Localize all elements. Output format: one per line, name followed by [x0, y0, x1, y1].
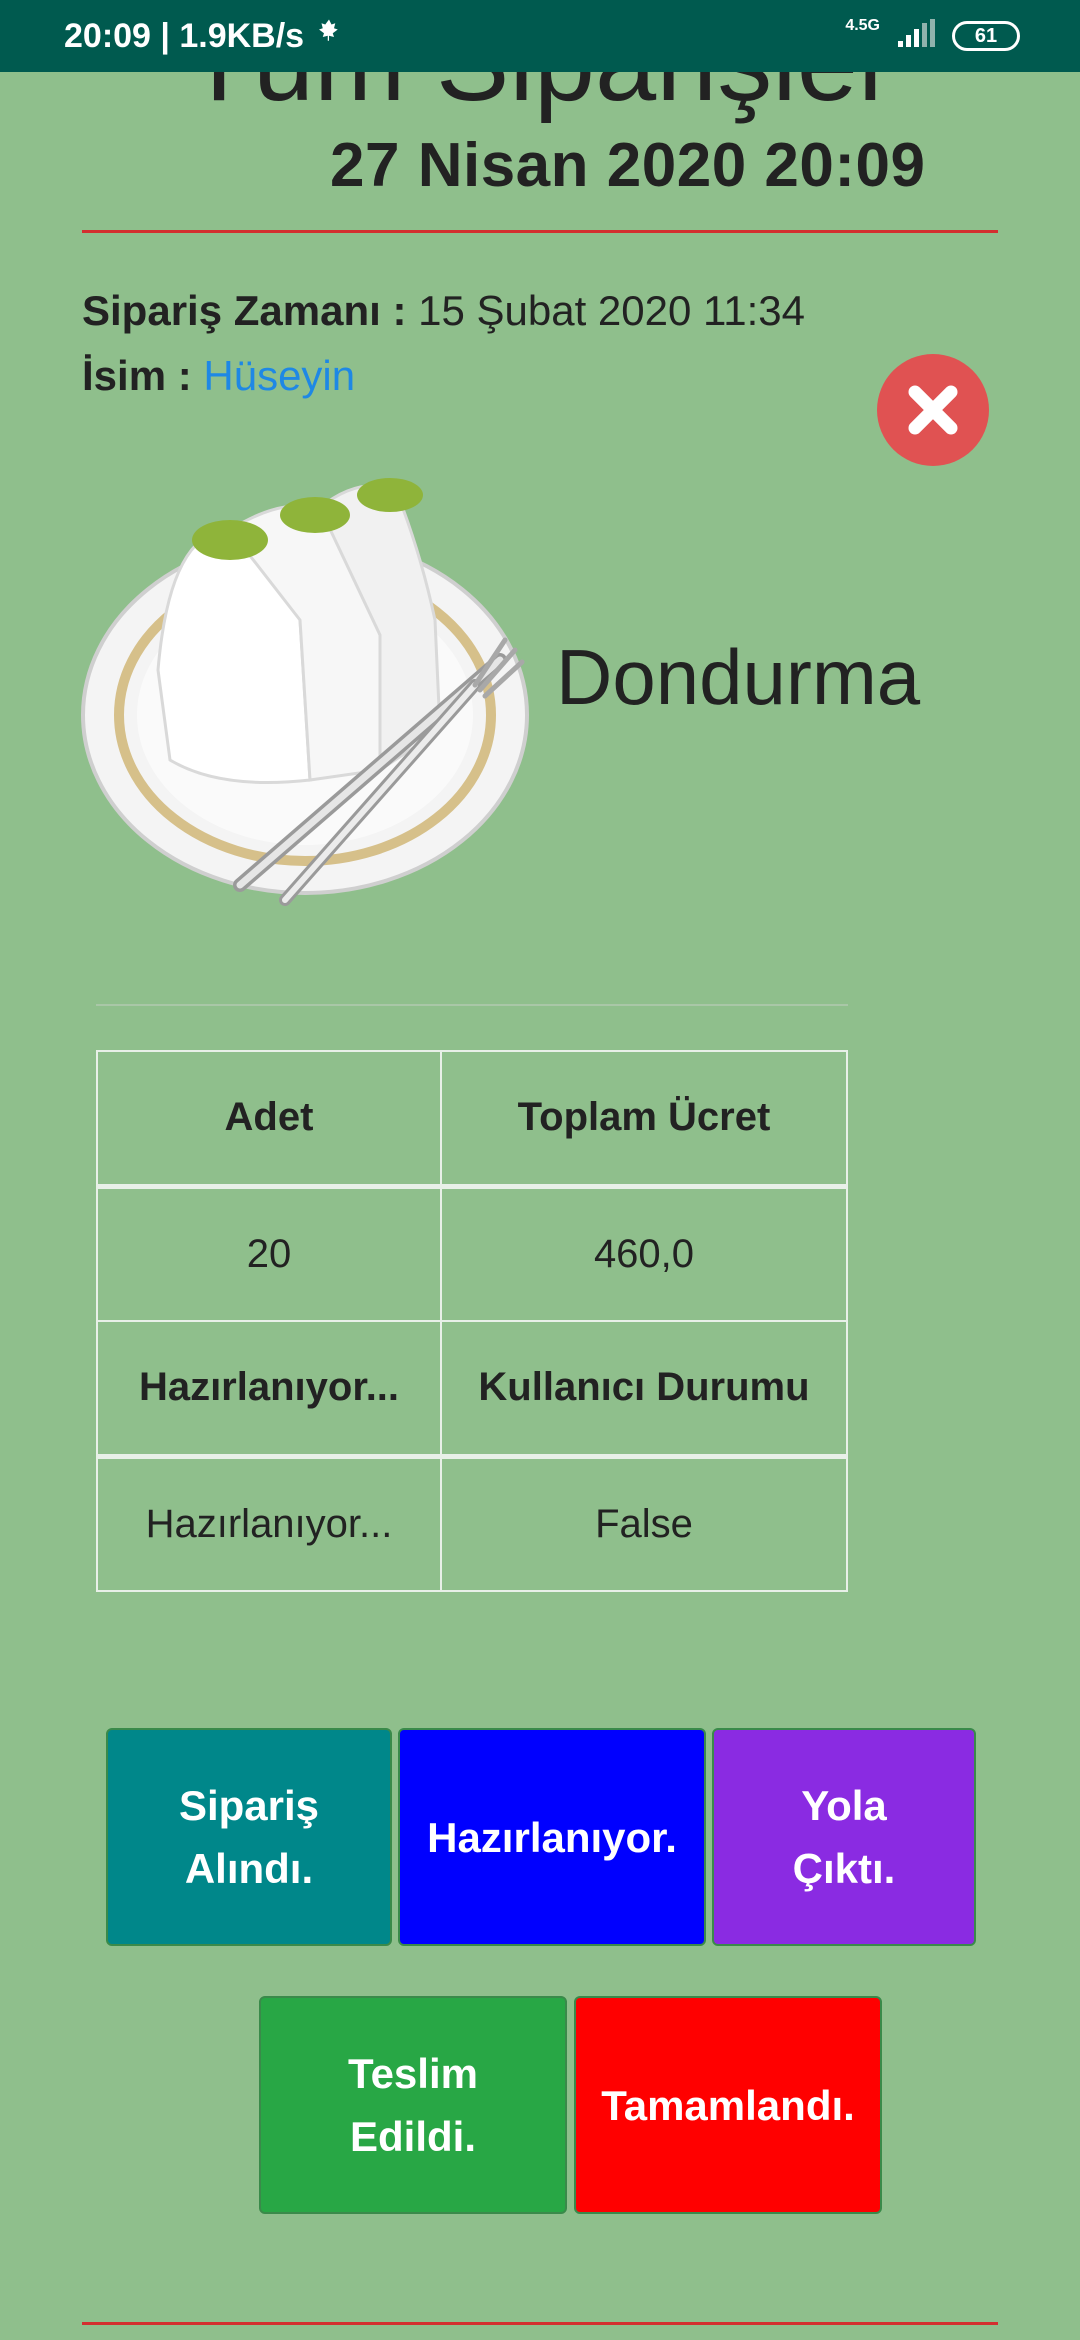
preparing-label: Hazırlanıyor. [427, 1813, 677, 1861]
order-status-value: Hazırlanıyor... [96, 1455, 442, 1592]
order-info-table: Adet Toplam Ücret 20 460,0 Hazırlanıyor.… [96, 1050, 848, 1592]
order-time-label: Sipariş Zamanı : [82, 287, 407, 334]
footer-divider [82, 2322, 998, 2325]
on-way-label: Yola Çıktı. [792, 1782, 896, 1892]
content-divider [96, 1004, 848, 1006]
product-image [80, 470, 530, 920]
header-user-status: Kullanıcı Durumu [440, 1320, 848, 1459]
preparing-button[interactable]: Hazırlanıyor. [398, 1728, 706, 1946]
quantity-value: 20 [96, 1185, 442, 1322]
table-row: 20 460,0 [96, 1185, 848, 1322]
status-right: 4.5G 61 [845, 17, 1020, 54]
total-price-value: 460,0 [440, 1185, 848, 1322]
order-received-label: Sipariş Alındı. [178, 1782, 320, 1892]
battery-level: 61 [974, 24, 998, 47]
on-way-button[interactable]: Yola Çıktı. [712, 1728, 976, 1946]
status-time-speed: 20:09 | 1.9KB/s [64, 16, 305, 55]
header-order-status: Hazırlanıyor... [96, 1320, 442, 1459]
status-left: 20:09 | 1.9KB/s [64, 17, 344, 56]
header-quantity: Adet [96, 1050, 442, 1189]
order-received-button[interactable]: Sipariş Alındı. [106, 1728, 392, 1946]
table-row: Adet Toplam Ücret [96, 1050, 848, 1189]
delivered-label: Teslim Edildi. [348, 2050, 478, 2160]
product-name: Dondurma [556, 633, 921, 721]
table-row: Hazırlanıyor... False [96, 1455, 848, 1592]
order-time-value: 15 Şubat 2020 11:34 [418, 287, 806, 334]
header-divider [82, 230, 998, 233]
close-icon [908, 385, 958, 435]
page-datetime: 27 Nisan 2020 20:09 [330, 131, 926, 200]
network-type: 4.5G [845, 17, 880, 34]
status-bar: 20:09 | 1.9KB/s 4.5G 61 [0, 0, 1080, 72]
order-name-line: İsim : Hüseyin [82, 352, 355, 400]
order-name-label: İsim : [82, 352, 192, 399]
header-total-price: Toplam Ücret [440, 1050, 848, 1189]
completed-label: Tamamlandı. [601, 2081, 855, 2129]
delete-order-button[interactable] [877, 354, 989, 466]
maple-leaf-icon [314, 17, 344, 56]
signal-icon [896, 18, 936, 54]
delivered-button[interactable]: Teslim Edildi. [259, 1996, 567, 2214]
completed-button[interactable]: Tamamlandı. [574, 1996, 882, 2214]
customer-name-link[interactable]: Hüseyin [203, 352, 355, 399]
order-time-line: Sipariş Zamanı : 15 Şubat 2020 11:34 [82, 287, 805, 335]
battery-icon: 61 [952, 21, 1020, 51]
user-status-value: False [440, 1455, 848, 1592]
table-row: Hazırlanıyor... Kullanıcı Durumu [96, 1320, 848, 1459]
